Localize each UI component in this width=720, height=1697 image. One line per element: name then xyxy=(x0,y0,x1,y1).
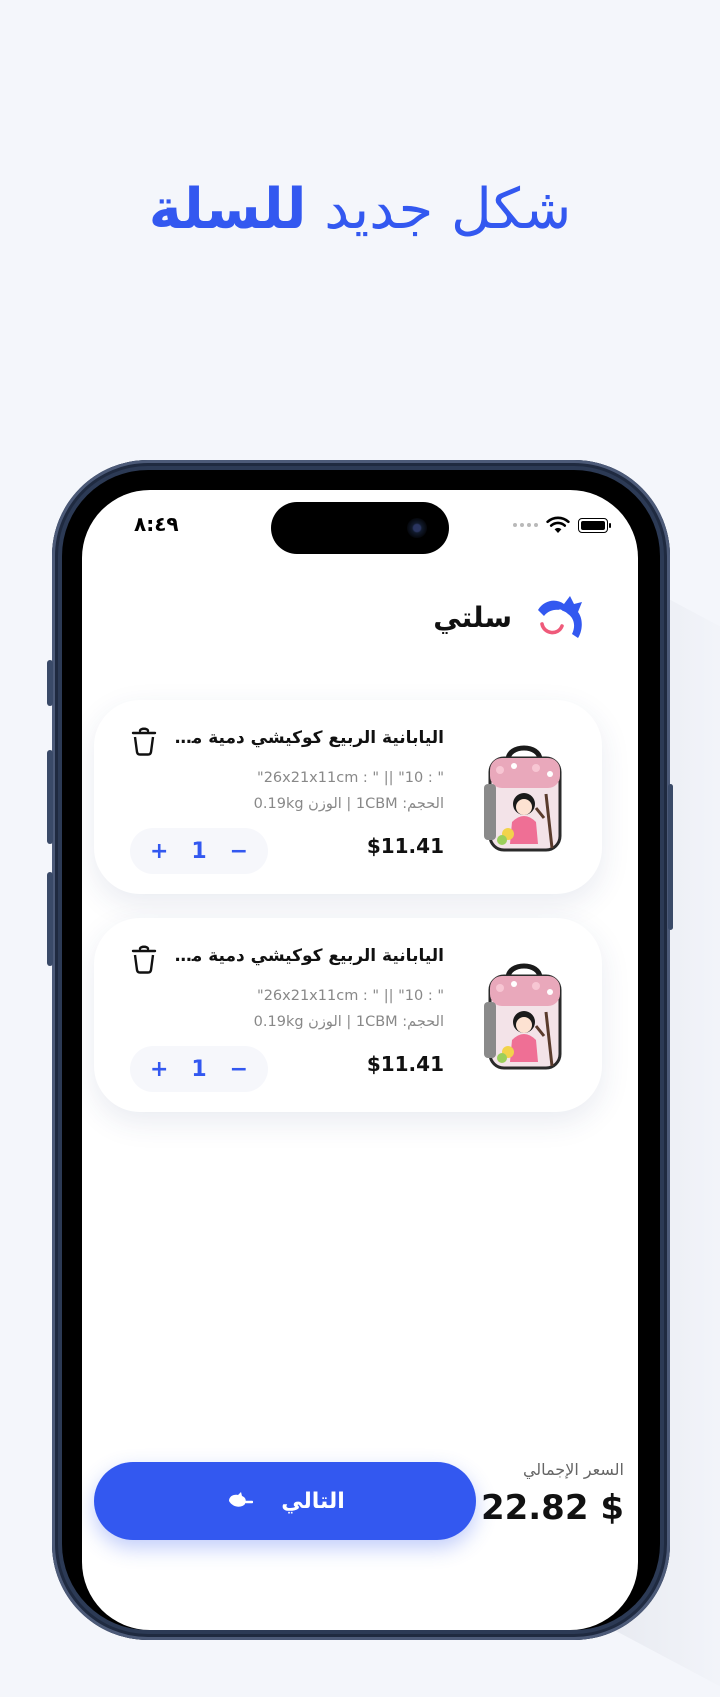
wifi-icon xyxy=(546,516,570,533)
product-image xyxy=(484,745,562,852)
brand-logo-icon xyxy=(538,596,582,638)
brand-name: سلتي xyxy=(433,600,512,634)
dynamic-island xyxy=(271,502,449,554)
trash-icon[interactable] xyxy=(130,944,158,974)
next-button[interactable]: التالي xyxy=(94,1462,476,1540)
cart-item: اليابانية الربيع كوكيشي دمية معدنية حقيب… xyxy=(94,700,602,894)
decrease-quantity-button[interactable]: − xyxy=(230,1057,248,1082)
battery-icon xyxy=(578,517,611,533)
status-time: ٨:٤٩ xyxy=(134,512,179,536)
status-icons xyxy=(513,516,611,534)
product-spec-variant: " : 10" || " : 26x21x11cm" xyxy=(257,988,444,1004)
quantity-value: 1 xyxy=(191,838,207,864)
decrease-quantity-button[interactable]: − xyxy=(230,839,248,864)
brand: سلتي xyxy=(433,594,584,640)
trash-icon[interactable] xyxy=(130,726,158,756)
product-price: $11.41 xyxy=(366,1052,444,1076)
hero-title: شكل جديد للسلة xyxy=(0,175,720,245)
phone-side-button-silent xyxy=(47,660,53,706)
product-price: $11.41 xyxy=(366,834,444,858)
product-image xyxy=(484,963,562,1070)
product-title[interactable]: اليابانية الربيع كوكيشي دمية معدنية حقيب… xyxy=(174,728,444,748)
product-title[interactable]: اليابانية الربيع كوكيشي دمية معدنية حقيب… xyxy=(174,946,444,966)
hero-title-regular: شكل جديد xyxy=(324,177,572,242)
quantity-stepper: + 1 − xyxy=(130,828,268,874)
increase-quantity-button[interactable]: + xyxy=(150,839,168,864)
phone-side-button-power xyxy=(668,784,673,930)
hero-title-bold: للسلة xyxy=(148,177,307,242)
phone-side-button-volume-up xyxy=(47,750,53,844)
camera-icon xyxy=(407,518,427,538)
quantity-value: 1 xyxy=(191,1056,207,1082)
phone-side-button-volume-down xyxy=(47,872,53,966)
next-button-label: التالي xyxy=(281,1488,345,1514)
product-spec-size-weight: الحجم: 1CBM | الوزن 0.19kg xyxy=(253,1014,444,1030)
total-price-label: السعر الإجمالي xyxy=(522,1460,624,1479)
cart-item: اليابانية الربيع كوكيشي دمية معدنية حقيب… xyxy=(94,918,602,1112)
phone-screen: ٨:٤٩ سلتي اليابانية الربيع كوكيشي دمية م… xyxy=(82,490,638,1630)
signal-icon xyxy=(513,523,538,527)
rabbit-arrow-icon xyxy=(229,1492,254,1507)
increase-quantity-button[interactable]: + xyxy=(150,1057,168,1082)
quantity-stepper: + 1 − xyxy=(130,1046,268,1092)
product-spec-size-weight: الحجم: 1CBM | الوزن 0.19kg xyxy=(253,796,444,812)
product-spec-variant: " : 10" || " : 26x21x11cm" xyxy=(257,770,444,786)
total-price-value: 22.82 $ xyxy=(480,1488,624,1528)
